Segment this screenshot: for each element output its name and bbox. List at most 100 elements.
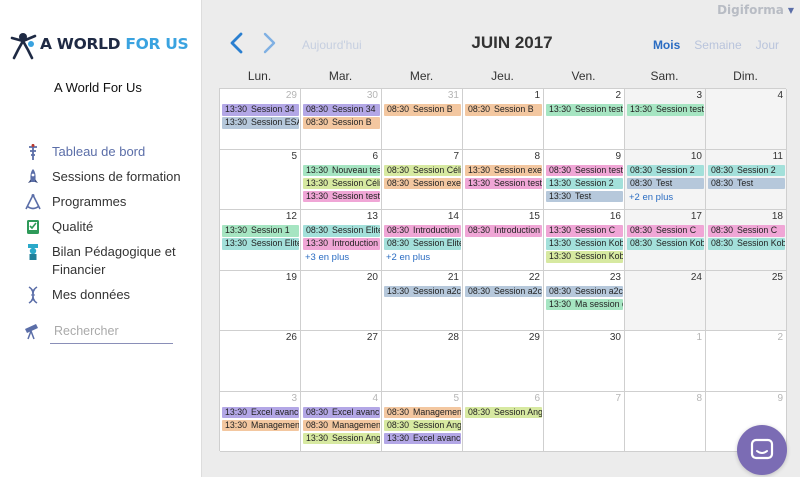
day-cell[interactable]: 28 (382, 331, 463, 392)
calendar-event[interactable]: 13:30Session test 3 (546, 104, 623, 116)
chat-launcher-button[interactable] (737, 425, 787, 475)
sidebar-item-dashboard[interactable]: Tableau de bord (22, 143, 197, 168)
day-number[interactable]: 5 (291, 151, 297, 162)
day-cell[interactable]: 12 13:30 Session 1 13:30 Session Elite (220, 210, 301, 271)
day-number[interactable]: 8 (534, 151, 540, 162)
calendar-event[interactable]: 13:30 Session test (465, 177, 542, 189)
day-number[interactable]: 3 (696, 90, 702, 101)
sidebar-item-bilan[interactable]: Bilan Pédagogique et Financier (22, 243, 197, 286)
day-number[interactable]: 16 (610, 211, 621, 222)
day-cell[interactable]: 613:30Nouveau test13:30Session Céline13:… (301, 149, 382, 210)
today-button[interactable]: Aujourd'hui (302, 38, 362, 52)
day-number[interactable]: 13 (367, 211, 378, 222)
day-number[interactable]: 7 (615, 393, 621, 404)
day-number[interactable]: 30 (367, 90, 378, 101)
calendar-event[interactable]: 08:30Session Anglais (465, 406, 542, 418)
day-cell[interactable]: 1708:30Session C08:30Session Kobal (625, 210, 706, 271)
calendar-event[interactable]: 13:30Session Kobal (546, 238, 623, 250)
calendar-event[interactable]: 08:30 Session C (708, 225, 785, 237)
day-number[interactable]: 9 (615, 151, 621, 162)
calendar-event[interactable]: 13:30 Session Elite (222, 238, 299, 250)
day-number[interactable]: 3 (291, 393, 297, 404)
calendar-event[interactable]: 13:30 Excel avancé (384, 432, 461, 444)
day-number[interactable]: 29 (529, 332, 540, 343)
calendar-event[interactable]: 13:30Session exemple (465, 164, 542, 176)
day-cell[interactable]: 30 08:30 Session 34 08:30 Session B (301, 89, 382, 150)
search-input[interactable] (50, 318, 173, 344)
day-number[interactable]: 12 (286, 211, 297, 222)
day-cell[interactable]: 3 13:30Session test 3 (625, 89, 706, 150)
day-cell[interactable]: 13 08:30 Session Elite 13:30 Introduction à +… (301, 210, 382, 271)
day-number[interactable]: 31 (448, 90, 459, 101)
day-number[interactable]: 7 (453, 151, 459, 162)
day-number[interactable]: 8 (696, 393, 702, 404)
day-cell[interactable]: 4 (706, 89, 787, 150)
day-number[interactable]: 24 (691, 272, 702, 283)
day-number[interactable]: 5 (453, 393, 459, 404)
day-number[interactable]: 28 (448, 332, 459, 343)
day-number[interactable]: 19 (286, 272, 297, 283)
calendar-event[interactable]: 13:30 Session 34 (222, 104, 299, 116)
day-cell[interactable]: 26 (220, 331, 301, 392)
day-cell[interactable]: 2913:30Session 3413:30Session ESAR (220, 89, 301, 150)
day-cell[interactable]: 15 08:30 Introduction à (463, 210, 544, 271)
day-cell[interactable]: 10 08:30 Session 2 08:30 Test +2 en plus (625, 149, 706, 210)
day-number[interactable]: 9 (777, 393, 783, 404)
calendar-event[interactable]: 08:30 Management (303, 419, 380, 431)
calendar-event[interactable]: 08:30 Session 2 (627, 164, 704, 176)
day-number[interactable]: 6 (534, 393, 540, 404)
day-cell[interactable]: 1 (625, 331, 706, 392)
day-cell[interactable]: 31 08:30 Session B (382, 89, 463, 150)
calendar-event[interactable]: 13:30Session a2com (384, 285, 461, 297)
sidebar-item-qualite[interactable]: Qualité (22, 218, 197, 243)
calendar-event[interactable]: 08:30 Session 34 (303, 104, 380, 116)
sidebar-item-donnees[interactable]: Mes données (22, 286, 197, 311)
day-number[interactable]: 25 (772, 272, 783, 283)
calendar-event[interactable]: 08:30 Session test (546, 164, 623, 176)
day-number[interactable]: 21 (448, 272, 459, 283)
day-cell[interactable]: 5 08:30Management08:30Session Anglais13:3… (382, 391, 463, 452)
day-number[interactable]: 4 (372, 393, 378, 404)
day-cell[interactable]: 5 (220, 149, 301, 210)
day-number[interactable]: 15 (529, 211, 540, 222)
day-cell[interactable]: 19 (220, 270, 301, 331)
calendar-event[interactable]: 13:30 Introduction à (303, 238, 380, 250)
day-cell[interactable]: 9 08:30 Session test 13:30 Session 2 13:30 Tes… (544, 149, 625, 210)
calendar-event[interactable]: 13:30 Session 1 (222, 225, 299, 237)
day-cell[interactable]: 2 13:30Session test 3 (544, 89, 625, 150)
day-number[interactable]: 2 (777, 332, 783, 343)
day-number[interactable]: 6 (372, 151, 378, 162)
day-cell[interactable]: 27 (301, 331, 382, 392)
day-number[interactable]: 10 (691, 151, 702, 162)
calendar-event[interactable]: 08:30 Introduction à (384, 225, 461, 237)
brand-menu[interactable]: Digiforma ▼ (717, 3, 794, 17)
day-cell[interactable]: 29 (463, 331, 544, 392)
day-cell[interactable]: 4 08:30 Excel avancé 08:30 Management 13:30 Se… (301, 391, 382, 452)
day-cell[interactable]: 14 08:30 Introduction à 08:30 Session Elite +… (382, 210, 463, 271)
day-cell[interactable]: 7 (544, 391, 625, 452)
calendar-event[interactable]: 08:30 Test (708, 177, 785, 189)
day-number[interactable]: 27 (367, 332, 378, 343)
calendar-event[interactable]: 08:30 Session B (384, 104, 461, 116)
day-number[interactable]: 26 (286, 332, 297, 343)
day-number[interactable]: 20 (367, 272, 378, 283)
more-events-link[interactable]: +2 en plus (627, 191, 704, 204)
sidebar-item-sessions[interactable]: Sessions de formation (22, 168, 197, 193)
day-cell[interactable]: 21 13:30Session a2com (382, 270, 463, 331)
day-cell[interactable]: 30 (544, 331, 625, 392)
sidebar-item-programmes[interactable]: Programmes (22, 193, 197, 218)
day-cell[interactable]: 1 08:30 Session B (463, 89, 544, 150)
calendar-event[interactable]: 08:30Session Anglais (384, 419, 461, 431)
calendar-event[interactable]: 13:30Ma session de (546, 298, 623, 310)
day-cell[interactable]: 8 (625, 391, 706, 452)
calendar-event[interactable]: 08:30 Test (627, 177, 704, 189)
calendar-event[interactable]: 08:30 Management (384, 406, 461, 418)
calendar-event[interactable]: 08:30 Introduction à (465, 225, 542, 237)
day-number[interactable]: 1 (534, 90, 540, 101)
calendar-event[interactable]: 13:30Session test 3 (627, 104, 704, 116)
day-cell[interactable]: 1613:30Session C13:30Session Kobal13:30S… (544, 210, 625, 271)
day-number[interactable]: 11 (773, 151, 783, 162)
calendar-event[interactable]: 08:30Session exemple (384, 177, 461, 189)
calendar-event[interactable]: 08:30 Session Elite (303, 225, 380, 237)
logo[interactable]: A WORLD FOR US (8, 28, 189, 60)
